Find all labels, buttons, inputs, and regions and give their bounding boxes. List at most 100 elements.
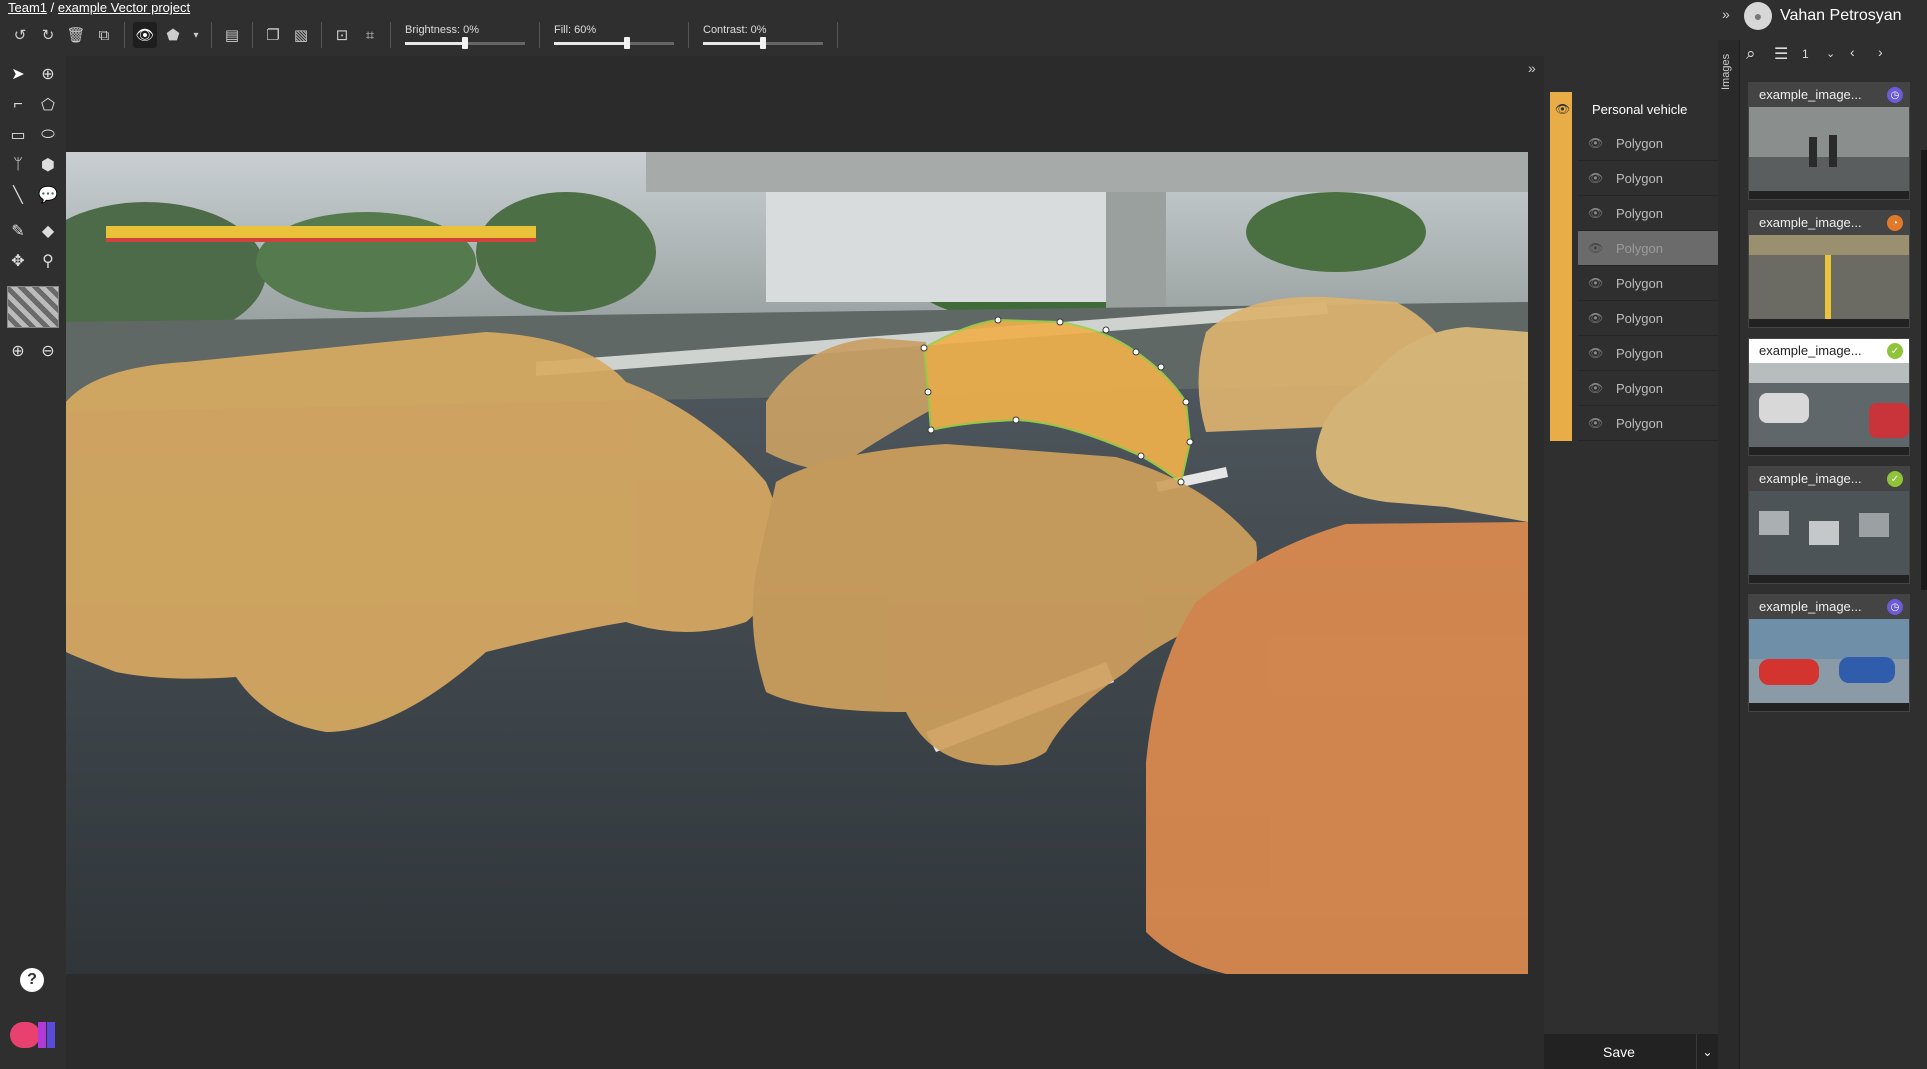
- visibility-eye-icon[interactable]: 👁: [1588, 206, 1603, 220]
- zoom-out-icon[interactable]: ⊖: [35, 338, 61, 364]
- search-icon[interactable]: ⌕: [1746, 44, 1756, 64]
- layer-label: Polygon: [1616, 206, 1663, 221]
- move-icon[interactable]: ✥: [5, 248, 31, 274]
- eye-icon[interactable]: 👁: [133, 22, 157, 48]
- toolbar-divider: [124, 22, 125, 48]
- status-completed-icon: ✓: [1887, 343, 1903, 359]
- visibility-eye-icon[interactable]: 👁: [1588, 346, 1603, 360]
- status-returned-icon: ◔: [1887, 215, 1903, 231]
- contrast-fill: [703, 42, 760, 45]
- comment-icon[interactable]: ▤: [220, 22, 244, 48]
- ellipse-icon[interactable]: ⬭: [35, 122, 61, 148]
- line-icon[interactable]: ╲: [5, 182, 31, 208]
- toolbar-divider: [688, 22, 689, 48]
- help-button[interactable]: ?: [20, 968, 44, 992]
- eraser-icon[interactable]: ◆: [35, 218, 61, 244]
- previous-page-icon[interactable]: ‹: [1850, 44, 1855, 60]
- copy-icon[interactable]: ⧉: [92, 22, 116, 48]
- skeleton-icon[interactable]: ᛘ: [5, 152, 31, 178]
- paste-icon[interactable]: ▧: [289, 22, 313, 48]
- layer-row[interactable]: 👁 Polygon: [1578, 371, 1718, 406]
- image-thumbnail[interactable]: example_image... ◷: [1748, 82, 1910, 200]
- pen-icon[interactable]: ✎: [5, 218, 31, 244]
- collapse-panel-icon[interactable]: »: [1528, 60, 1536, 76]
- class-color-bar: [1550, 126, 1572, 441]
- contrast-slider[interactable]: Contrast: 0%: [703, 20, 823, 50]
- polyline-icon[interactable]: ⌐: [5, 92, 31, 118]
- pin-icon[interactable]: ⚲: [35, 248, 61, 274]
- visibility-eye-icon[interactable]: 👁: [1588, 136, 1603, 150]
- filter-icon[interactable]: ☰: [1774, 44, 1788, 64]
- zoom-in-icon[interactable]: ⊕: [5, 338, 31, 364]
- layer-row[interactable]: 👁 Polygon: [1578, 301, 1718, 336]
- annotation-canvas[interactable]: [66, 56, 1528, 1069]
- layer-row-selected[interactable]: 👁 Polygon: [1578, 231, 1718, 266]
- comment-tool-icon[interactable]: 💬: [35, 182, 61, 208]
- chevron-down-icon[interactable]: ⌄: [1826, 47, 1835, 60]
- fill-pattern-toggle[interactable]: [7, 286, 59, 328]
- cursor-icon[interactable]: ➤: [5, 61, 31, 87]
- chevron-down-icon[interactable]: ▾: [189, 22, 203, 48]
- user-name: Vahan Petrosyan: [1780, 7, 1902, 24]
- undo-icon[interactable]: ↺: [8, 22, 32, 48]
- fit-to-screen-icon[interactable]: ⊡: [330, 22, 354, 48]
- layer-row[interactable]: 👁 Polygon: [1578, 196, 1718, 231]
- fill-knob[interactable]: [624, 37, 630, 49]
- redo-icon[interactable]: ↻: [36, 22, 60, 48]
- layer-label: Polygon: [1616, 416, 1663, 431]
- visibility-eye-icon[interactable]: 👁: [1588, 171, 1603, 185]
- visibility-eye-icon[interactable]: 👁: [1588, 241, 1603, 255]
- breadcrumb-team-link[interactable]: Team1: [8, 0, 47, 15]
- visibility-eye-icon[interactable]: 👁: [1588, 381, 1603, 395]
- save-options-chevron-down-icon[interactable]: ⌄: [1696, 1034, 1718, 1069]
- layer-row[interactable]: 👁 Polygon: [1578, 266, 1718, 301]
- thumbnail-name: example_image...: [1749, 467, 1909, 491]
- brightness-slider[interactable]: Brightness: 0%: [405, 20, 525, 50]
- visibility-eye-icon[interactable]: 👁: [1588, 276, 1603, 290]
- class-visibility-eye-icon[interactable]: 👁: [1555, 102, 1570, 116]
- filter-select[interactable]: 1: [1802, 47, 1809, 61]
- app-logo: [10, 1022, 55, 1048]
- cuboid-icon[interactable]: ⬢: [35, 152, 61, 178]
- crosshair-icon[interactable]: ⊕: [35, 61, 61, 87]
- image-thumbnail-active[interactable]: example_image... ✓: [1748, 338, 1910, 456]
- fill-slider[interactable]: Fill: 60%: [554, 20, 674, 50]
- thumbnail-name: example_image...: [1749, 83, 1909, 107]
- expand-panel-icon[interactable]: »: [1722, 6, 1730, 22]
- tool-palette: ➤ ⊕ ⌐ ⬠ ▭ ⬭ ᛘ ⬢ ╲ 💬 ✎ ◆ ✥ ⚲ ⊕ ⊖ ?: [0, 56, 66, 1069]
- status-completed-icon: ✓: [1887, 471, 1903, 487]
- save-bar: Save ⌄: [1544, 1034, 1718, 1069]
- polygon-icon[interactable]: ⬠: [35, 92, 61, 118]
- image-canvas[interactable]: [66, 152, 1528, 974]
- toolbar-divider: [837, 22, 838, 48]
- thumbnail-image: [1749, 491, 1909, 575]
- visibility-eye-icon[interactable]: 👁: [1588, 311, 1603, 325]
- image-list-toolbar: ⌕ ☰ 1 ⌄ ‹ ›: [1746, 44, 1916, 68]
- layer-row[interactable]: 👁 Polygon: [1578, 406, 1718, 441]
- image-thumbnail[interactable]: example_image... ◔: [1748, 210, 1910, 328]
- tag-icon[interactable]: ⬟: [161, 22, 185, 48]
- class-row[interactable]: 👁 Personal vehicle: [1544, 92, 1718, 126]
- save-button[interactable]: Save: [1544, 1034, 1694, 1069]
- image-thumbnail[interactable]: example_image... ◷: [1748, 594, 1910, 712]
- brightness-knob[interactable]: [462, 37, 468, 49]
- next-page-icon[interactable]: ›: [1878, 44, 1883, 60]
- layer-row[interactable]: 👁 Polygon: [1578, 126, 1718, 161]
- rectangle-icon[interactable]: ▭: [5, 122, 31, 148]
- image-thumbnail[interactable]: example_image... ✓: [1748, 466, 1910, 584]
- layer-row[interactable]: 👁 Polygon: [1578, 336, 1718, 371]
- contrast-knob[interactable]: [760, 37, 766, 49]
- layer-row[interactable]: 👁 Polygon: [1578, 161, 1718, 196]
- fill-label: Fill: 60%: [554, 24, 597, 36]
- layer-label: Polygon: [1616, 241, 1663, 256]
- user-profile[interactable]: ● Vahan Petrosyan: [1744, 0, 1902, 32]
- duplicate-icon[interactable]: ❐: [261, 22, 285, 48]
- crop-icon[interactable]: ⌗: [358, 22, 382, 48]
- breadcrumb-project-link[interactable]: example Vector project: [58, 0, 190, 15]
- delete-icon[interactable]: 🗑: [64, 22, 88, 48]
- thumbnail-image: [1749, 235, 1909, 319]
- layer-label: Polygon: [1616, 311, 1663, 326]
- images-scrollbar[interactable]: [1921, 150, 1927, 590]
- images-tab[interactable]: Images: [1718, 40, 1740, 1069]
- visibility-eye-icon[interactable]: 👁: [1588, 416, 1603, 430]
